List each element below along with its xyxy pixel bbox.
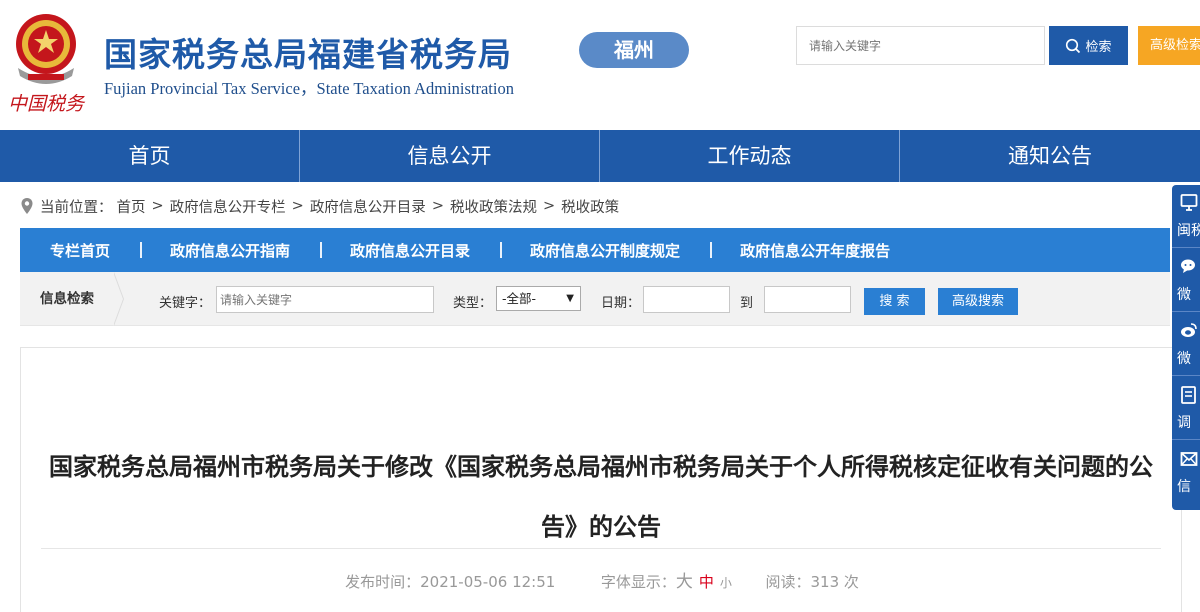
info-search-button[interactable]: 搜 索 — [864, 288, 925, 315]
nav-item-info-disclosure[interactable]: 信息公开 — [300, 130, 600, 182]
arrow-divider-inner — [113, 272, 123, 326]
keyword-label: 关键字： — [159, 296, 212, 311]
font-size-small-button[interactable]: 小 — [720, 576, 732, 590]
article-title: 国家税务总局福州市税务局关于修改《国家税务总局福州市税务局关于个人所得税核定征收… — [49, 453, 1153, 541]
article-meta: 发布时间：2021-05-06 12:51 字体显示：大中小 阅读：313 次 — [21, 567, 1183, 592]
right-float-toolbar: 闽税 微 微 调 信 — [1172, 185, 1200, 510]
subnav-item-annual-report[interactable]: 政府信息公开年度报告 — [710, 240, 920, 261]
site-header: 中国税务 国家税务总局福建省税务局 Fujian Provincial Tax … — [0, 0, 1200, 130]
chat-bubble-icon — [1181, 259, 1195, 273]
float-item-label: 微 — [1177, 351, 1191, 367]
font-size-large-button[interactable]: 大 — [676, 572, 693, 592]
date-from-input[interactable] — [643, 286, 730, 313]
main-nav: 首页 信息公开 工作动态 通知公告 — [0, 130, 1200, 182]
breadcrumb-item-tax-policy[interactable]: 税收政策 — [561, 196, 619, 217]
breadcrumb-separator: > — [151, 198, 164, 214]
breadcrumb-separator: > — [291, 198, 304, 214]
font-size-label: 字体显示： — [600, 573, 676, 591]
article-panel: 国家税务总局福州市税务局关于修改《国家税务总局福州市税务局关于个人所得税核定征收… — [20, 347, 1182, 612]
breadcrumb-item-home[interactable]: 首页 — [117, 196, 146, 217]
nav-item-home[interactable]: 首页 — [0, 130, 300, 182]
publish-time-label: 发布时间： — [345, 573, 421, 591]
nav-item-notices[interactable]: 通知公告 — [900, 130, 1200, 182]
breadcrumb-item-gov-info-column[interactable]: 政府信息公开专栏 — [170, 196, 286, 217]
mail-icon — [1180, 452, 1198, 466]
float-item-wechat[interactable]: 微 — [1172, 249, 1200, 309]
subnav-item-disclosure-rules[interactable]: 政府信息公开制度规定 — [500, 240, 710, 261]
float-item-mail[interactable]: 信 — [1172, 441, 1200, 501]
float-item-label: 闽税 — [1177, 223, 1200, 239]
info-search-label: 信息检索 — [40, 291, 94, 307]
site-search-input[interactable] — [796, 26, 1045, 65]
nav-item-work-news[interactable]: 工作动态 — [600, 130, 900, 182]
float-item-label: 微 — [1177, 287, 1191, 303]
logo-text: 中国税务 — [8, 93, 86, 115]
site-title[interactable]: 国家税务总局福建省税务局 — [104, 28, 512, 76]
survey-icon — [1181, 386, 1196, 404]
site-search-button-label: 检索 — [1085, 40, 1112, 55]
breadcrumb-separator: > — [542, 198, 556, 214]
tax-emblem-logo[interactable]: 中国税务 — [6, 8, 86, 116]
weibo-icon — [1181, 323, 1197, 337]
search-icon — [1066, 38, 1081, 53]
subnav-item-column-home[interactable]: 专栏首页 — [20, 240, 140, 261]
date-to-label: 到 — [740, 296, 754, 311]
type-select[interactable]: -全部- ▼ — [496, 286, 581, 311]
info-advanced-search-button[interactable]: 高级搜索 — [938, 288, 1018, 315]
type-label: 类型： — [453, 296, 493, 311]
float-item-label: 信 — [1177, 479, 1191, 495]
reads-value: 313 次 — [810, 573, 859, 591]
float-item-weibo[interactable]: 微 — [1172, 313, 1200, 373]
float-divider — [1172, 439, 1200, 440]
float-divider — [1172, 375, 1200, 376]
breadcrumb-item-gov-info-catalog[interactable]: 政府信息公开目录 — [310, 196, 426, 217]
advanced-search-button[interactable]: 高级检索 — [1138, 26, 1200, 65]
info-search-bar: 信息检索 关键字： 类型： -全部- ▼ 日期： 到 搜 索 高级搜索 — [20, 272, 1170, 326]
font-size-medium-button[interactable]: 中 — [699, 573, 714, 591]
site-search-button[interactable]: 检索 — [1049, 26, 1128, 65]
subnav-item-disclosure-guide[interactable]: 政府信息公开指南 — [140, 240, 320, 261]
dropdown-caret-icon: ▼ — [566, 293, 574, 304]
city-badge[interactable]: 福州 — [579, 32, 689, 68]
float-item-label: 调 — [1177, 415, 1191, 431]
breadcrumb: 当前位置： 首页 > 政府信息公开专栏 > 政府信息公开目录 > 税收政策法规 … — [20, 196, 619, 216]
reads-label: 阅读： — [765, 573, 811, 591]
date-to-input[interactable] — [764, 286, 851, 313]
site-subtitle: Fujian Provincial Tax Service，State Taxa… — [104, 79, 514, 98]
article-divider — [41, 548, 1161, 549]
keyword-input[interactable] — [216, 286, 434, 313]
float-item-minshui[interactable]: 闽税 — [1172, 185, 1200, 245]
breadcrumb-item-tax-regulations[interactable]: 税收政策法规 — [450, 196, 537, 217]
type-select-value: -全部- — [502, 291, 537, 306]
float-item-survey[interactable]: 调 — [1172, 377, 1200, 437]
column-subnav: 专栏首页 政府信息公开指南 政府信息公开目录 政府信息公开制度规定 政府信息公开… — [20, 228, 1170, 272]
float-divider — [1172, 311, 1200, 312]
location-pin-icon — [21, 198, 33, 214]
monitor-icon — [1180, 194, 1198, 211]
date-label: 日期： — [601, 296, 641, 311]
float-divider — [1172, 247, 1200, 248]
breadcrumb-prefix: 当前位置： — [40, 199, 113, 216]
subnav-item-disclosure-catalog[interactable]: 政府信息公开目录 — [320, 240, 500, 261]
breadcrumb-separator: > — [431, 198, 444, 214]
publish-time-value: 2021-05-06 12:51 — [420, 573, 556, 591]
